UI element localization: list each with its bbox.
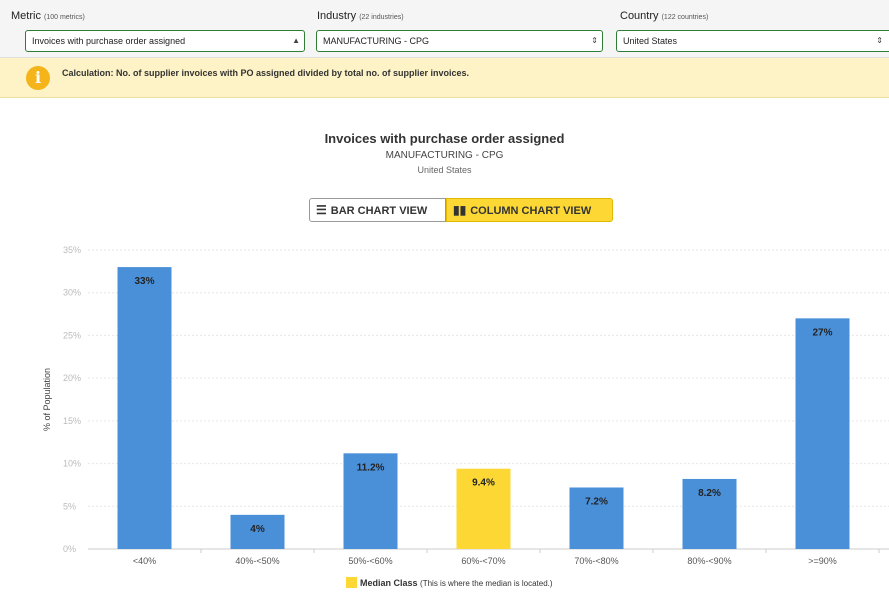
median-swatch bbox=[346, 577, 357, 588]
industry-count: (22 industries) bbox=[359, 14, 404, 21]
legend-median-label: Median Class bbox=[360, 578, 418, 588]
metric-filter-label: Metric (100 metrics) bbox=[11, 9, 309, 25]
column-chart: 0% 5% 10% 15% 20% 25% 30% 35% % of Population 33%… bbox=[42, 245, 889, 566]
y-tick-label: 35% bbox=[63, 245, 81, 255]
bar-chart-icon: ☰ bbox=[316, 203, 327, 217]
bar bbox=[117, 267, 172, 549]
metric-select-value: Invoices with purchase order assigned bbox=[32, 36, 186, 46]
y-tick-label: 20% bbox=[63, 373, 81, 383]
country-count: (122 countries) bbox=[661, 14, 709, 21]
x-tick-label: 50%-<60% bbox=[348, 556, 392, 566]
industry-filter-label: Industry (22 industries) bbox=[317, 9, 607, 25]
data-label: 4% bbox=[250, 524, 265, 535]
calculation-info-banner: i Calculation: No. of supplier invoices … bbox=[0, 58, 889, 98]
legend-median-note: (This is where the median is located.) bbox=[420, 579, 553, 588]
country-select[interactable]: United States ⇕ bbox=[616, 30, 889, 52]
data-label: 27% bbox=[812, 327, 832, 338]
chart-subtitle-industry: MANUFACTURING - CPG bbox=[385, 150, 504, 161]
x-tick-label: <40% bbox=[133, 556, 156, 566]
data-label: 11.2% bbox=[357, 462, 385, 473]
x-tick-label: 70%-<80% bbox=[574, 556, 618, 566]
y-axis-label: % of Population bbox=[42, 368, 52, 431]
column-chart-view-label: COLUMN CHART VIEW bbox=[470, 205, 592, 217]
country-label-text: Country bbox=[620, 10, 659, 22]
data-label: 33% bbox=[134, 276, 154, 287]
x-tick-label: 80%-<90% bbox=[687, 556, 731, 566]
y-tick-label: 25% bbox=[63, 330, 81, 340]
data-label: 8.2% bbox=[698, 488, 721, 499]
data-label: 9.4% bbox=[472, 478, 495, 489]
x-tick-label: 60%-<70% bbox=[461, 556, 505, 566]
bar-chart-view-button[interactable]: ☰ BAR CHART VIEW bbox=[309, 198, 446, 222]
y-tick-label: 5% bbox=[63, 501, 76, 511]
chart-legend: Median Class (This is where the median i… bbox=[346, 577, 553, 591]
chart-title: Invoices with purchase order assigned bbox=[324, 131, 565, 146]
select-arrows-icon: ▲︎ bbox=[292, 36, 300, 45]
filter-bar: Metric (100 metrics) Invoices with purch… bbox=[0, 0, 889, 58]
country-filter-label: Country (122 countries) bbox=[620, 9, 889, 25]
select-arrows-icon: ⇕ bbox=[876, 36, 883, 45]
info-icon: i bbox=[26, 66, 50, 90]
x-tick-label: >=90% bbox=[808, 556, 837, 566]
select-arrows-icon: ⇕ bbox=[591, 36, 598, 45]
y-tick-label: 15% bbox=[63, 416, 81, 426]
data-label: 7.2% bbox=[585, 496, 608, 507]
country-select-value: United States bbox=[623, 36, 678, 46]
column-chart-icon: ▮▮ bbox=[453, 203, 467, 217]
industry-select[interactable]: MANUFACTURING - CPG ⇕ bbox=[316, 30, 603, 52]
industry-label-text: Industry bbox=[317, 10, 357, 22]
calculation-text: Calculation: No. of supplier invoices wi… bbox=[62, 68, 470, 78]
chart-subtitle-country: United States bbox=[417, 165, 472, 175]
industry-select-value: MANUFACTURING - CPG bbox=[323, 36, 430, 46]
y-tick-label: 0% bbox=[63, 544, 76, 554]
metric-count: (100 metrics) bbox=[44, 14, 85, 21]
x-tick-label: 40%-<50% bbox=[235, 556, 279, 566]
metric-label-text: Metric bbox=[11, 10, 41, 22]
bar-chart-view-label: BAR CHART VIEW bbox=[330, 205, 428, 217]
y-tick-label: 30% bbox=[63, 288, 81, 298]
bar bbox=[795, 318, 850, 549]
y-tick-label: 10% bbox=[63, 459, 81, 469]
column-chart-view-button[interactable]: ▮▮ COLUMN CHART VIEW bbox=[446, 198, 613, 222]
metric-select[interactable]: Invoices with purchase order assigned ▲︎ bbox=[25, 30, 305, 52]
